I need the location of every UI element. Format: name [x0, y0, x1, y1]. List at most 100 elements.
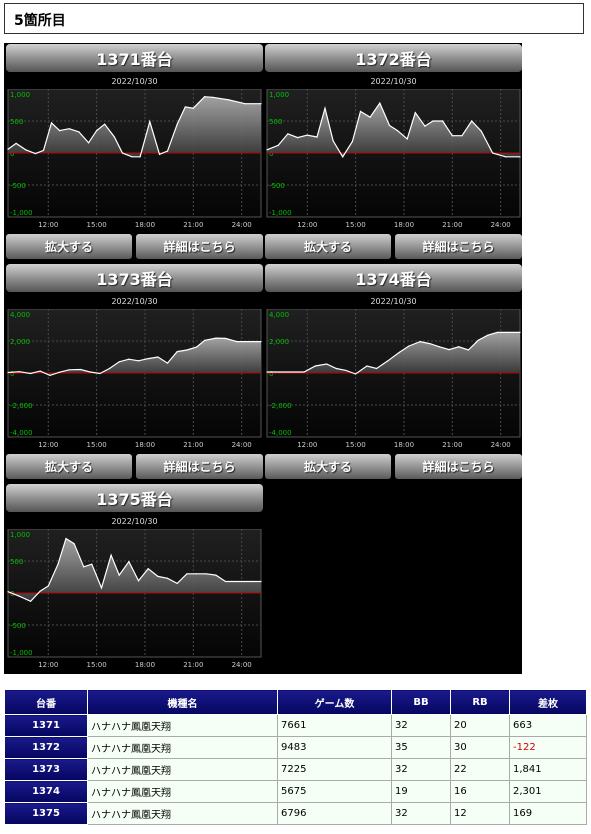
data-point — [212, 96, 214, 98]
data-point — [287, 133, 289, 135]
data-point — [139, 156, 141, 158]
diff-cell: 169 — [509, 802, 587, 825]
bb-cell: 32 — [391, 714, 451, 737]
zoom-button[interactable]: 拡大する — [265, 234, 391, 259]
data-point — [316, 136, 318, 138]
data-point — [15, 142, 17, 144]
bb-cell: 35 — [391, 736, 451, 759]
data-point — [332, 140, 334, 142]
y-tick-label: 1,000 — [10, 91, 30, 99]
section-title: 5箇所目 — [14, 13, 66, 29]
data-point — [306, 134, 308, 136]
y-tick-label: -2,000 — [10, 402, 33, 410]
y-tick-label: 500 — [269, 118, 282, 126]
machine-title[interactable]: 1372番台 — [265, 44, 522, 72]
data-point — [158, 153, 161, 155]
data-point — [128, 561, 130, 563]
data-point — [184, 106, 186, 108]
data-point — [335, 367, 337, 370]
data-point — [375, 367, 378, 370]
data-point — [406, 138, 408, 140]
data-point — [215, 574, 217, 576]
machine-title[interactable]: 1375番台 — [6, 484, 263, 512]
y-tick-label: -500 — [10, 622, 26, 630]
data-point — [50, 122, 53, 124]
data-point — [419, 341, 421, 343]
data-point — [100, 587, 103, 589]
machine-name-cell: ハナハナ鳳凰天翔 — [87, 802, 278, 825]
chart-card-1375: 1375番台 2022/10/30 1,000 500 0 -500 -1,000 12:… — [6, 484, 263, 674]
data-point — [492, 152, 494, 154]
machine-number-cell[interactable]: 1374 — [4, 780, 88, 803]
data-point — [192, 107, 194, 109]
data-point — [83, 566, 85, 568]
data-point — [157, 356, 159, 358]
machine-number-cell[interactable]: 1375 — [4, 802, 88, 825]
data-point — [57, 563, 59, 565]
column-header: 台番 — [4, 689, 88, 715]
rb-cell: 16 — [450, 780, 510, 803]
zoom-button[interactable]: 拡大する — [6, 234, 132, 259]
data-point — [34, 153, 36, 155]
data-point — [355, 373, 357, 375]
diff-cell: 1,841 — [509, 758, 587, 781]
x-tick-label: 15:00 — [346, 221, 366, 229]
x-tick-label: 18:00 — [394, 221, 414, 229]
zoom-button[interactable]: 拡大する — [265, 454, 391, 479]
chart-date: 2022/10/30 — [111, 297, 158, 306]
chart-card-1372: 1372番台 2022/10/30 1,000 500 0 -500 -1,000 12:… — [265, 44, 522, 262]
detail-button[interactable]: 詳細はこちら — [395, 234, 522, 259]
y-tick-label: -500 — [10, 182, 26, 190]
machine-title[interactable]: 1373番台 — [6, 264, 263, 292]
data-point — [128, 358, 130, 360]
data-point — [477, 339, 479, 341]
x-tick-label: 18:00 — [135, 441, 155, 449]
x-tick-label: 24:00 — [232, 221, 252, 229]
data-point — [237, 580, 240, 583]
y-tick-label: 0 — [10, 370, 14, 378]
data-point — [25, 149, 27, 151]
data-point — [113, 136, 115, 138]
data-point — [324, 107, 326, 109]
detail-button[interactable]: 詳細はこちら — [136, 454, 263, 479]
games-cell: 5675 — [277, 780, 392, 803]
data-point — [68, 369, 70, 371]
rb-cell: 30 — [450, 736, 510, 759]
x-tick-label: 21:00 — [183, 661, 203, 669]
data-point — [166, 150, 169, 152]
machine-number-cell[interactable]: 1373 — [4, 758, 88, 781]
x-tick-label: 21:00 — [183, 441, 203, 449]
machine-number-cell[interactable]: 1371 — [4, 714, 88, 737]
x-tick-label: 24:00 — [491, 221, 511, 229]
data-point — [29, 372, 32, 375]
chart-date: 2022/10/30 — [111, 517, 158, 526]
data-point — [176, 350, 178, 353]
data-point — [7, 371, 9, 374]
data-point — [387, 360, 389, 362]
y-tick-label: -1,000 — [269, 209, 292, 217]
data-point — [65, 538, 67, 540]
bb-cell: 19 — [391, 780, 451, 803]
machine-title[interactable]: 1374番台 — [265, 264, 522, 292]
detail-button[interactable]: 詳細はこちら — [136, 234, 263, 259]
data-point — [408, 345, 410, 347]
x-tick-label: 12:00 — [38, 221, 58, 229]
table-row: 1374 ハナハナ鳳凰天翔 5675 19 16 2,301 — [4, 780, 587, 803]
data-point — [195, 346, 198, 348]
diff-cell: 663 — [509, 714, 587, 737]
data-point — [224, 580, 227, 583]
machine-number-cell[interactable]: 1372 — [4, 736, 88, 759]
x-tick-label: 12:00 — [297, 221, 317, 229]
machine-title[interactable]: 1371番台 — [6, 44, 263, 72]
data-point — [121, 152, 124, 154]
zoom-button[interactable]: 拡大する — [6, 454, 132, 479]
data-point — [137, 580, 140, 582]
column-header: 差枚 — [509, 689, 587, 715]
data-point — [266, 149, 268, 151]
data-point — [244, 103, 246, 105]
data-point — [18, 595, 20, 597]
detail-button[interactable]: 詳細はこちら — [395, 454, 522, 479]
data-point — [236, 341, 238, 343]
x-tick-label: 18:00 — [135, 221, 155, 229]
data-point — [388, 124, 391, 127]
